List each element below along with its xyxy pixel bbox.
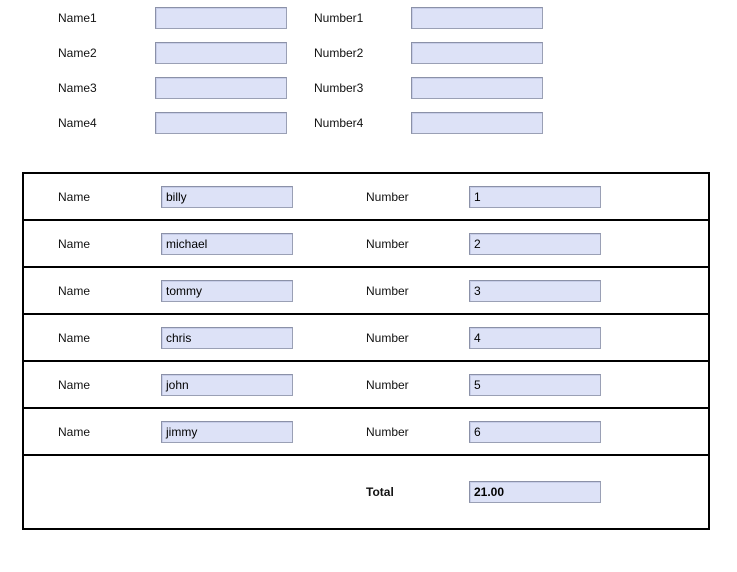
top-row: Name1 Number1 (0, 0, 737, 35)
name-label: Name (58, 283, 91, 298)
number-label: Number (366, 377, 409, 392)
table-cell-name: Name michael (24, 232, 361, 255)
name-label: Name (58, 377, 91, 392)
number-input[interactable] (411, 41, 543, 64)
table-total-row: Total 21.00 (24, 456, 708, 528)
top-row-number-group: Number1 (307, 6, 543, 29)
number-input[interactable] (411, 76, 543, 99)
entries-table: Name billy Number 1 Name michael Number … (22, 172, 710, 530)
top-row-number-group: Number3 (307, 76, 543, 99)
total-input[interactable]: 21.00 (469, 481, 601, 503)
top-row: Name4 Number4 (0, 105, 737, 140)
table-cell-number: Number 4 (361, 326, 601, 349)
name-label: Name3 (58, 80, 97, 95)
top-row: Name3 Number3 (0, 70, 737, 105)
table-cell-number: Number 2 (361, 232, 601, 255)
name-input[interactable] (155, 111, 287, 134)
number-label: Number4 (314, 115, 364, 130)
number-label: Number (366, 236, 409, 251)
table-cell-number: Number 3 (361, 279, 601, 302)
table-row: Name michael Number 2 (24, 221, 708, 268)
table-row: Name billy Number 1 (24, 174, 708, 221)
name-input[interactable]: chris (161, 326, 293, 349)
number-input[interactable]: 3 (469, 279, 601, 302)
name-label: Name (58, 424, 91, 439)
name-input[interactable]: billy (161, 185, 293, 208)
table-row: Name tommy Number 3 (24, 268, 708, 315)
name-label: Name1 (58, 10, 97, 25)
name-input[interactable]: tommy (161, 279, 293, 302)
table-cell-number: Number 5 (361, 373, 601, 396)
table-cell-name: Name chris (24, 326, 361, 349)
number-label: Number (366, 424, 409, 439)
number-label: Number1 (314, 10, 364, 25)
number-input[interactable]: 5 (469, 373, 601, 396)
number-input[interactable]: 1 (469, 185, 601, 208)
table-cell-number: Number 6 (361, 420, 601, 443)
number-input[interactable] (411, 111, 543, 134)
name-label: Name (58, 330, 91, 345)
number-label: Number2 (314, 45, 364, 60)
number-label: Number (366, 330, 409, 345)
name-label: Name (58, 189, 91, 204)
number-label: Number (366, 283, 409, 298)
name-label: Name2 (58, 45, 97, 60)
top-row-name-group: Name3 (0, 76, 307, 99)
table-cell-total: Total 21.00 (361, 481, 601, 503)
table-cell-name: Name billy (24, 185, 361, 208)
top-row-number-group: Number4 (307, 111, 543, 134)
table-cell-name: Name jimmy (24, 420, 361, 443)
top-row-name-group: Name4 (0, 111, 307, 134)
table-cell-number: Number 1 (361, 185, 601, 208)
top-row-name-group: Name2 (0, 41, 307, 64)
number-input[interactable]: 4 (469, 326, 601, 349)
table-row: Name jimmy Number 6 (24, 409, 708, 456)
table-cell-name: Name tommy (24, 279, 361, 302)
name-input[interactable] (155, 76, 287, 99)
top-entry-section: Name1 Number1 Name2 Number2 Name3 Number… (0, 0, 737, 140)
table-row: Name john Number 5 (24, 362, 708, 409)
name-label: Name (58, 236, 91, 251)
top-row-number-group: Number2 (307, 41, 543, 64)
number-label: Number (366, 189, 409, 204)
top-row: Name2 Number2 (0, 35, 737, 70)
name-input[interactable]: john (161, 373, 293, 396)
name-input[interactable] (155, 6, 287, 29)
name-input[interactable]: michael (161, 232, 293, 255)
number-input[interactable]: 2 (469, 232, 601, 255)
name-input[interactable]: jimmy (161, 420, 293, 443)
name-input[interactable] (155, 41, 287, 64)
number-input[interactable] (411, 6, 543, 29)
top-row-name-group: Name1 (0, 6, 307, 29)
name-label: Name4 (58, 115, 97, 130)
table-row: Name chris Number 4 (24, 315, 708, 362)
number-input[interactable]: 6 (469, 420, 601, 443)
table-cell-name: Name john (24, 373, 361, 396)
number-label: Number3 (314, 80, 364, 95)
total-label: Total (366, 485, 394, 499)
